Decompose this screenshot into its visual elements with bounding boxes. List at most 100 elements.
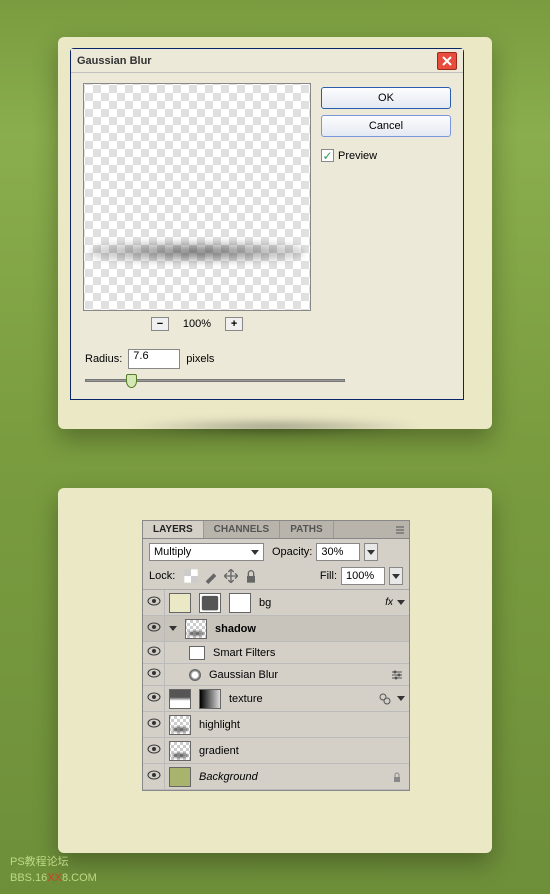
layer-name: bg [255, 597, 381, 609]
layer-gradient[interactable]: gradient [143, 738, 409, 764]
eye-icon [147, 622, 161, 632]
dialog-titlebar: Gaussian Blur [71, 49, 463, 73]
preview-content [90, 234, 304, 270]
filter-preview[interactable] [83, 83, 311, 311]
visibility-toggle[interactable] [143, 764, 165, 789]
layer-highlight[interactable]: highlight [143, 712, 409, 738]
layer-list: bg fx shadow Smart Filters [143, 590, 409, 790]
visibility-toggle[interactable] [143, 738, 165, 763]
visibility-toggle[interactable] [143, 590, 165, 615]
watermark-line1: PS教程论坛 [10, 855, 97, 870]
close-icon [442, 56, 452, 66]
lock-row: Lock: Fill: 100% [143, 565, 409, 590]
watermark-line2: BBS.16XX8.COM [10, 871, 97, 886]
preview-checkbox-row: ✓ Preview [321, 149, 451, 162]
card-drop-shadow [98, 417, 452, 437]
eye-icon [147, 692, 161, 702]
eye-icon [147, 718, 161, 728]
mask-thumb [199, 689, 221, 709]
layer-bg[interactable]: bg fx [143, 590, 409, 616]
fx-disclosure-icon[interactable] [397, 600, 405, 605]
blend-row: Multiply Opacity: 30% [143, 539, 409, 565]
dialog-buttons: OK Cancel ✓ Preview [321, 83, 451, 331]
lock-paint-icon[interactable] [203, 568, 219, 584]
radius-input[interactable]: 7.6 [128, 349, 180, 369]
slider-track [85, 379, 345, 382]
layer-gaussian-filter[interactable]: Gaussian Blur [143, 664, 409, 686]
layer-name: texture [225, 693, 377, 705]
preview-column: − 100% + [83, 83, 311, 331]
eye-icon [147, 744, 161, 754]
dialog-title: Gaussian Blur [77, 55, 152, 67]
layer-name: shadow [211, 623, 409, 635]
eye-icon [147, 770, 161, 780]
layer-name: highlight [195, 719, 409, 731]
card-gaussian-blur: Gaussian Blur − 100% + OK Cancel ✓ [58, 37, 492, 429]
layer-name: gradient [195, 745, 409, 757]
lock-transparency-icon[interactable] [183, 568, 199, 584]
zoom-controls: − 100% + [83, 317, 311, 331]
triangle-icon [392, 574, 400, 579]
layers-panel: LAYERS CHANNELS PATHS Multiply Opacity: … [142, 520, 410, 791]
filter-mask-thumb [189, 646, 205, 660]
lock-icon [391, 771, 403, 783]
close-button[interactable] [437, 52, 457, 70]
clipping-icon[interactable] [377, 691, 393, 707]
layer-texture[interactable]: texture [143, 686, 409, 712]
lock-all-icon[interactable] [243, 568, 259, 584]
layer-thumb [169, 715, 191, 735]
card-layers: LAYERS CHANNELS PATHS Multiply Opacity: … [58, 488, 492, 853]
layer-background[interactable]: Background [143, 764, 409, 790]
eye-icon [147, 596, 161, 606]
visibility-toggle[interactable] [143, 712, 165, 737]
layer-thumb [169, 593, 191, 613]
watermark: PS教程论坛 BBS.16XX8.COM [10, 855, 97, 886]
opacity-label: Opacity: [272, 546, 312, 558]
fill-slider-button[interactable] [389, 567, 403, 585]
filter-blend-options-icon[interactable] [389, 667, 405, 683]
gaussian-blur-dialog: Gaussian Blur − 100% + OK Cancel ✓ [70, 48, 464, 400]
zoom-value: 100% [183, 318, 211, 330]
radius-label: Radius: [85, 353, 122, 365]
chevron-down-icon [251, 550, 259, 555]
eye-icon [147, 668, 161, 678]
preview-label: Preview [338, 150, 377, 162]
ok-button[interactable]: OK [321, 87, 451, 109]
zoom-in-button[interactable]: + [225, 317, 243, 331]
vector-mask-thumb [229, 593, 251, 613]
tab-layers[interactable]: LAYERS [143, 521, 204, 538]
panel-menu-button[interactable] [391, 521, 409, 538]
zoom-out-button[interactable]: − [151, 317, 169, 331]
cancel-button[interactable]: Cancel [321, 115, 451, 137]
opacity-slider-button[interactable] [364, 543, 378, 561]
lock-position-icon[interactable] [223, 568, 239, 584]
mask-thumb [199, 593, 221, 613]
visibility-toggle[interactable] [143, 616, 165, 641]
visibility-toggle[interactable] [143, 686, 165, 711]
layer-name: Gaussian Blur [205, 669, 389, 681]
lock-label: Lock: [149, 570, 175, 582]
fx-badge[interactable]: fx [381, 597, 397, 608]
fill-label: Fill: [320, 570, 337, 582]
radius-row: Radius: 7.6 pixels [85, 349, 214, 369]
dialog-body: − 100% + OK Cancel ✓ Preview [71, 73, 463, 341]
layer-name: Background [195, 771, 391, 783]
tab-paths[interactable]: PATHS [280, 521, 333, 538]
eye-icon [147, 646, 161, 656]
visibility-toggle[interactable] [143, 664, 165, 685]
opacity-input[interactable]: 30% [316, 543, 360, 561]
layer-thumb [169, 689, 191, 709]
menu-icon [395, 525, 405, 535]
blend-mode-select[interactable]: Multiply [149, 543, 264, 561]
layer-disclosure-icon[interactable] [169, 626, 177, 631]
disclosure-icon[interactable] [397, 696, 405, 701]
layer-smart-filters[interactable]: Smart Filters [143, 642, 409, 664]
fill-input[interactable]: 100% [341, 567, 385, 585]
preview-checkbox[interactable]: ✓ [321, 149, 334, 162]
tab-channels[interactable]: CHANNELS [204, 521, 281, 538]
visibility-toggle[interactable] [143, 642, 165, 663]
radius-slider[interactable] [85, 379, 449, 385]
layer-shadow[interactable]: shadow [143, 616, 409, 642]
slider-thumb[interactable] [126, 374, 137, 388]
blend-mode-value: Multiply [154, 546, 191, 558]
